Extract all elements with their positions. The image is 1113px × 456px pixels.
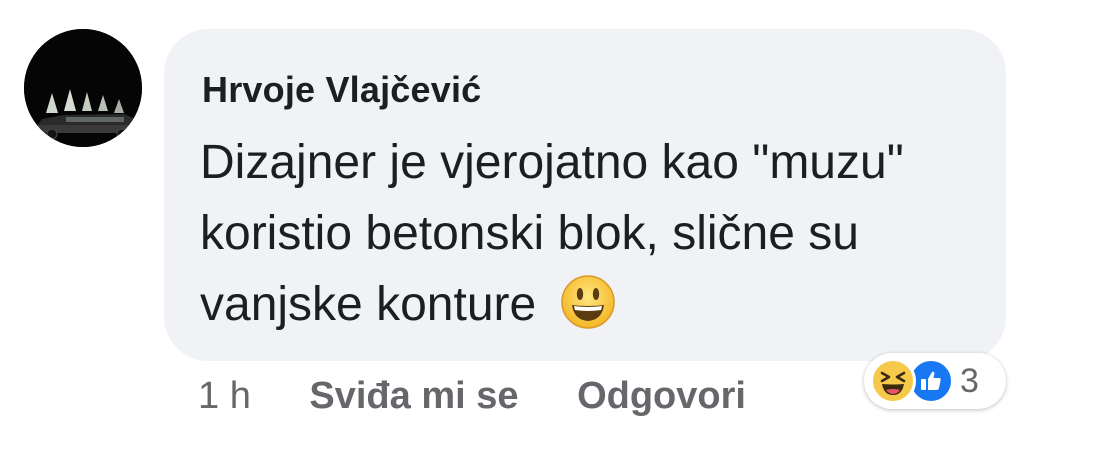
avatar[interactable] — [24, 29, 142, 147]
comment-timestamp[interactable]: 1 h — [198, 375, 251, 417]
haha-reaction-icon — [870, 358, 916, 404]
car-silhouette-avatar-icon — [24, 29, 142, 147]
comment-author[interactable]: Hrvoje Vlajčević — [202, 69, 481, 111]
reaction-count: 3 — [960, 361, 979, 400]
comment-bubble: Hrvoje Vlajčević Dizajner je vjerojatno … — [164, 29, 1006, 361]
reactions-summary[interactable]: 3 — [864, 353, 1006, 409]
reply-link[interactable]: Odgovori — [577, 375, 746, 417]
comment-text: Dizajner je vjerojatno kao "muzu" korist… — [200, 136, 904, 331]
like-link[interactable]: Sviđa mi se — [309, 375, 518, 417]
comment-body: Dizajner je vjerojatno kao "muzu" korist… — [200, 127, 990, 340]
smiley-emoji-icon — [560, 275, 615, 329]
comment-actions: 1 h Sviđa mi se Odgovori — [198, 375, 746, 418]
